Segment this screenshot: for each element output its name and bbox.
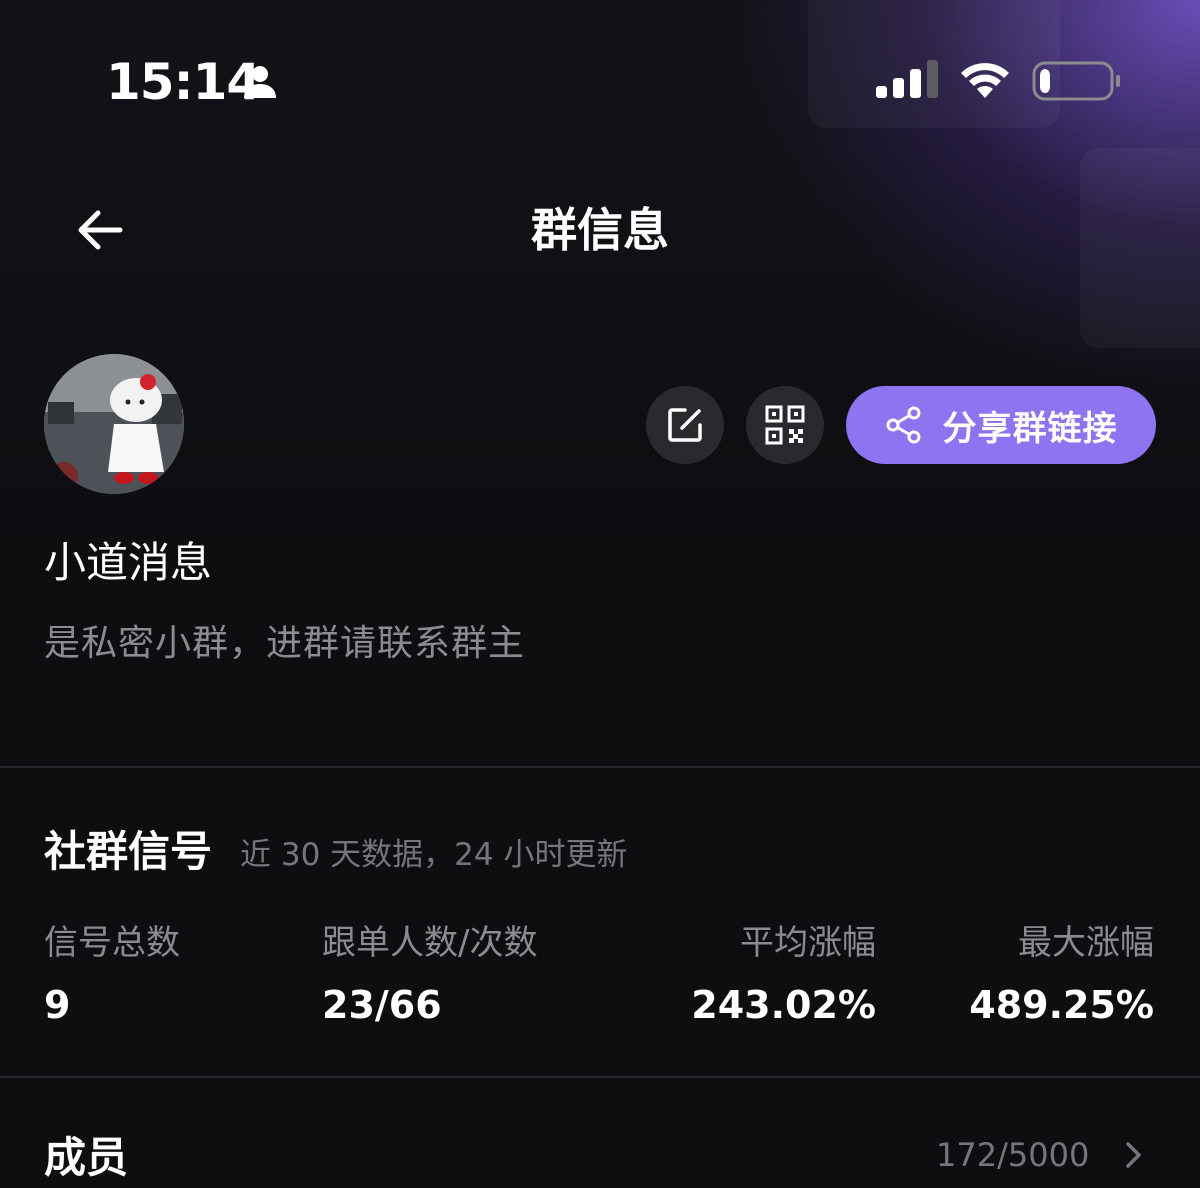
stat-label-avg-gain: 平均涨幅	[740, 923, 876, 963]
wifi-icon	[961, 63, 1009, 98]
battery-icon	[1032, 61, 1120, 101]
share-group-link-button[interactable]: 分享群链接	[846, 386, 1156, 464]
share-button-label: 分享群链接	[942, 408, 1118, 449]
avatar-image	[44, 354, 184, 494]
group-name: 小道消息	[44, 538, 213, 587]
stat-value-total-signals: 9	[44, 983, 71, 1027]
members-count[interactable]: 172/5000	[936, 1130, 1089, 1180]
qr-code-icon	[765, 405, 805, 445]
edit-button[interactable]	[646, 386, 724, 464]
person-icon	[244, 66, 276, 98]
stat-label-max-gain: 最大涨幅	[1018, 923, 1154, 963]
share-icon	[886, 406, 920, 444]
members-label[interactable]: 成员	[44, 1128, 128, 1188]
signal-icon	[876, 60, 938, 98]
divider	[0, 766, 1200, 768]
stat-label-followers: 跟单人数/次数	[322, 923, 538, 963]
stat-value-max-gain: 489.25%	[969, 983, 1154, 1027]
qr-code-button[interactable]	[746, 386, 824, 464]
status-time: 15:14	[106, 53, 261, 111]
divider	[0, 1076, 1200, 1078]
signals-section-title: 社群信号	[44, 827, 213, 876]
stat-label-total-signals: 信号总数	[44, 923, 180, 963]
signals-section-subtitle: 近 30 天数据，24 小时更新	[240, 837, 628, 873]
stat-value-followers: 23/66	[322, 983, 442, 1027]
stat-value-avg-gain: 243.02%	[691, 983, 876, 1027]
chevron-right-icon[interactable]	[1118, 1140, 1148, 1170]
group-description: 是私密小群，进群请联系群主	[44, 623, 526, 664]
page-title: 群信息	[531, 203, 669, 257]
group-avatar[interactable]	[44, 354, 184, 494]
edit-icon	[668, 408, 702, 442]
